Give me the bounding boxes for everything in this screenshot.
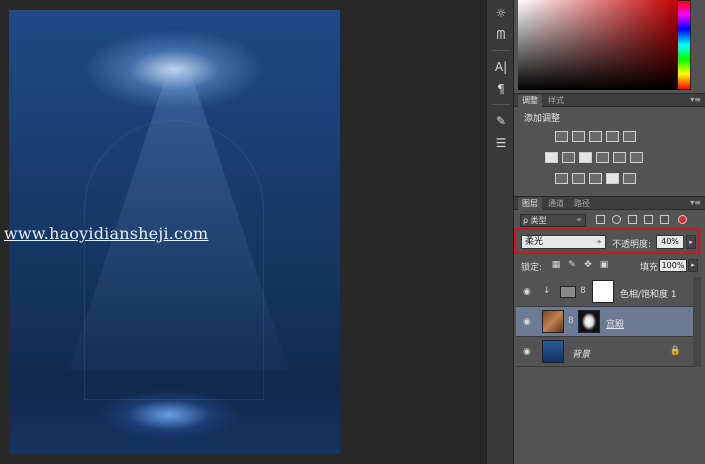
paragraph-icon[interactable]: ¶ [491,80,511,98]
layer-row[interactable]: ◉ ↓ 8 色相/饱和度 1 [516,277,693,307]
chain-icon[interactable]: 8 [568,316,574,326]
levels-adjust-icon[interactable] [572,131,585,142]
lock-brush-icon[interactable]: ✎ [567,260,577,270]
opacity-input[interactable]: 40% [656,235,684,249]
hue-slider[interactable] [677,0,691,90]
type-filter-icon[interactable] [628,215,637,224]
threshold-icon[interactable] [589,173,602,184]
layer-row[interactable]: ◉ 背景 🔒 [516,337,693,367]
chain-icon[interactable]: 8 [580,286,586,296]
tab-paths[interactable]: 路径 [570,198,594,210]
adjustment-layer-icon [560,286,576,298]
adjust-icon[interactable]: ☼ [491,4,511,22]
channel-mixer-icon[interactable] [613,152,626,163]
pixel-filter-icon[interactable] [596,215,605,224]
layer-thumbnail[interactable] [542,340,564,363]
vibrance-icon[interactable] [623,131,636,142]
tab-layers[interactable]: 图层 [518,198,542,210]
photo-filter-icon[interactable] [596,152,609,163]
layer-row-selected[interactable]: ◉ 8 宫殿 [516,307,693,337]
fill-input[interactable]: 100% [659,259,687,272]
layer-name[interactable]: 背景 [572,347,590,360]
layers-tabbar: 图层 通道 路径 ▾≡ [514,196,705,210]
layer-mask-thumbnail[interactable] [592,280,614,303]
adjustment-icons-row-2 [545,152,643,163]
panel-menu-icon[interactable]: ▾≡ [690,95,701,104]
layer-kind-select[interactable]: ρ 类型 ÷ [520,214,586,227]
tab-styles[interactable]: 样式 [544,95,568,107]
layer-filter-row: ρ 类型 ÷ [520,214,700,228]
palace-silhouette [84,120,264,400]
lock-transparent-icon[interactable]: ▦ [551,260,561,270]
smart-object-filter-icon[interactable] [660,215,669,224]
exposure-icon[interactable] [606,131,619,142]
shape-filter-icon[interactable] [644,215,653,224]
curves-icon[interactable] [589,131,602,142]
fill-label: 填充: [640,263,662,273]
fill-slider-button[interactable]: ▸ [688,259,698,272]
color-lookup-icon[interactable] [630,152,643,163]
layer-mask-thumbnail[interactable] [578,310,600,333]
opacity-label: 不透明度: [612,240,652,250]
adjustment-filter-icon[interactable] [612,215,621,224]
tab-channels[interactable]: 通道 [544,198,568,210]
lock-icon: 🔒 [669,346,681,356]
eye-icon[interactable]: ◉ [523,287,531,297]
layers-panel-menu-icon[interactable]: ▾≡ [690,198,701,207]
chevron-down-icon: ÷ [576,216,582,224]
layers-scrollbar[interactable] [693,277,701,367]
photoshop-window: www.haoyidiansheji.com ☼ ᗰ A| ¶ ✎ ☰ 调整 样… [0,0,705,464]
selective-color-icon[interactable] [606,173,619,184]
adjustments-tabbar: 调整 样式 ▾≡ [514,93,705,107]
layers-panel-empty-area [514,367,705,464]
layer-name[interactable]: 宫殿 [606,317,624,330]
black-white-icon[interactable] [579,152,592,163]
adjustment-icons-row-1 [555,131,636,142]
preset-icon[interactable]: ☰ [491,134,511,152]
invert-icon[interactable] [555,173,568,184]
filter-toggle-icon[interactable] [678,215,687,224]
panel-dock-column: ☼ ᗰ A| ¶ ✎ ☰ [486,0,514,464]
brush-icon[interactable]: ✎ [491,112,511,130]
hue-saturation-icon[interactable] [545,152,558,163]
layer-name[interactable]: 色相/饱和度 1 [620,287,677,300]
watermark-text: www.haoyidiansheji.com [4,224,209,243]
blend-mode-select[interactable]: 柔光 ÷ [521,235,606,249]
opacity-slider-button[interactable]: ▸ [686,235,696,249]
layers-list: ◉ ↓ 8 色相/饱和度 1 ◉ 8 宫殿 ◉ 背景 🔒 [516,277,693,367]
posterize-icon[interactable] [572,173,585,184]
add-adjustment-title: 添加调整 [524,114,561,124]
color-balance-icon[interactable] [562,152,575,163]
eye-icon[interactable]: ◉ [523,347,531,357]
lock-label: 锁定: [521,263,543,273]
layer-thumbnail[interactable] [542,310,564,333]
levels-icon[interactable]: ᗰ [491,26,511,44]
tab-adjustments[interactable]: 调整 [518,95,542,107]
character-icon[interactable]: A| [491,58,511,76]
gradient-map-icon[interactable] [623,173,636,184]
canvas-workspace: www.haoyidiansheji.com [0,0,480,464]
clip-arrow-icon: ↓ [543,286,551,296]
chevron-down-icon: ÷ [596,238,602,246]
lock-all-icon[interactable]: ▣ [599,260,609,270]
color-field[interactable] [518,0,678,90]
lock-fill-row: 锁定: ▦ ✎ ✥ ▣ 填充: 100% ▸ [521,259,701,273]
lock-position-icon[interactable]: ✥ [583,260,593,270]
brightness-icon[interactable] [555,131,568,142]
eye-icon[interactable]: ◉ [523,317,531,327]
adjustment-icons-row-3 [555,173,636,184]
